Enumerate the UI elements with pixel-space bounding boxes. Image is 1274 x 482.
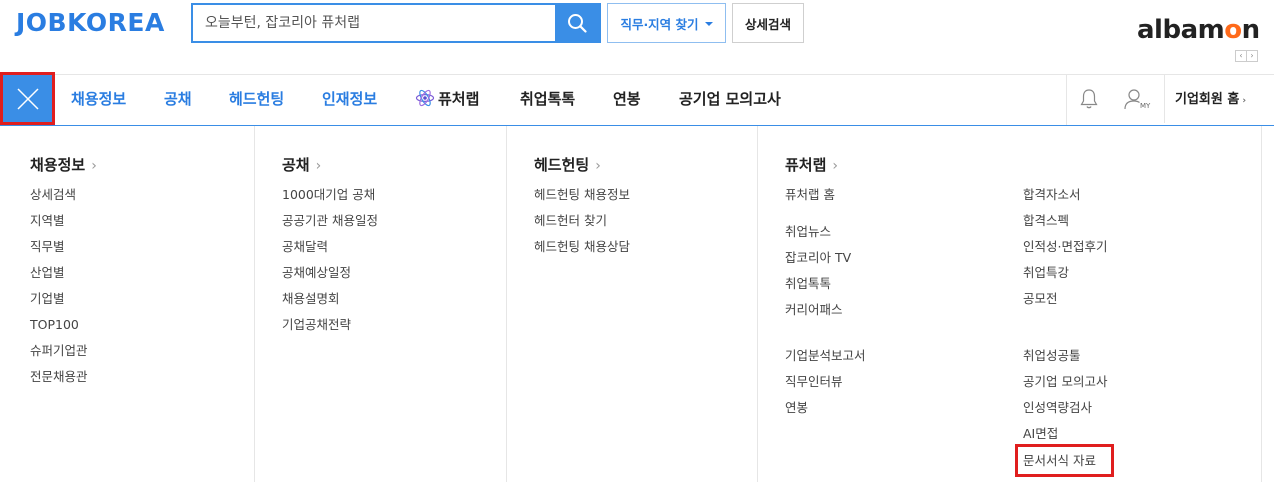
menu-link[interactable]: 기업공채전략: [282, 317, 351, 333]
chevron-right-icon: ›: [595, 158, 601, 174]
menu-link[interactable]: 취업뉴스: [785, 224, 831, 240]
menu-link[interactable]: 직무인터뷰: [785, 374, 843, 390]
column-title-public-recruit[interactable]: 공채 ›: [282, 154, 321, 175]
column-title-label: 공채: [282, 156, 310, 174]
menu-link[interactable]: 인성역량검사: [1023, 400, 1092, 416]
top-header: JOBKOREA 직무·지역 찾기 상세검색 albamon ‹ ›: [0, 0, 1274, 75]
column-title-label: 헤드헌팅: [534, 156, 590, 174]
menu-link[interactable]: 취업성공툴: [1023, 348, 1081, 364]
main-nav: 채용정보 공채 헤드헌팅 인재정보 퓨처랩 취업톡톡 연봉 공기업 모의고사 M…: [0, 72, 1274, 126]
menu-link[interactable]: 취업특강: [1023, 265, 1069, 281]
my-label: MY: [1140, 102, 1151, 110]
menu-link[interactable]: 헤드헌팅 채용정보: [534, 187, 630, 203]
menu-link[interactable]: 연봉: [785, 400, 808, 416]
column-title-futurelab[interactable]: 퓨처랩 ›: [785, 154, 838, 175]
nav-item-career-talk[interactable]: 취업톡톡: [520, 75, 575, 123]
menu-link[interactable]: 공채달력: [282, 239, 328, 255]
nav-item-public-recruit[interactable]: 공채: [164, 75, 192, 123]
albamon-banner-arrows: ‹ ›: [1235, 50, 1258, 62]
menu-link[interactable]: 합격자소서: [1023, 187, 1081, 203]
menu-link[interactable]: 헤드헌팅 채용상담: [534, 239, 630, 255]
column-title-headhunting[interactable]: 헤드헌팅 ›: [534, 154, 601, 175]
nav-item-talent-info[interactable]: 인재정보: [322, 75, 377, 123]
menu-column-recruit-info: 채용정보 › 상세검색 지역별 직무별 산업별 기업별 TOP100 슈퍼기업관 …: [0, 126, 254, 482]
menu-link[interactable]: 기업분석보고서: [785, 348, 866, 364]
corporate-home-link[interactable]: 기업회원 홈 ›: [1164, 75, 1274, 123]
menu-link[interactable]: 상세검색: [30, 187, 76, 203]
menu-link[interactable]: 기업별: [30, 291, 65, 307]
menu-link[interactable]: 공모전: [1023, 291, 1058, 307]
menu-link[interactable]: 합격스펙: [1023, 213, 1069, 229]
nav-item-futurelab[interactable]: 퓨처랩: [415, 75, 479, 123]
detail-search-button[interactable]: 상세검색: [732, 3, 804, 43]
menu-link[interactable]: 헤드헌터 찾기: [534, 213, 607, 229]
column-divider: [1261, 126, 1262, 482]
column-title-label: 퓨처랩: [785, 156, 827, 174]
nav-item-headhunting[interactable]: 헤드헌팅: [229, 75, 284, 123]
menu-link[interactable]: 공채예상일정: [282, 265, 351, 281]
menu-close-button[interactable]: [0, 72, 55, 125]
atom-icon: [415, 89, 435, 107]
jobkorea-logo[interactable]: JOBKOREA: [16, 8, 165, 38]
highlight-box: [1015, 444, 1114, 477]
caret-down-icon: [704, 22, 713, 26]
search-icon: [568, 14, 587, 33]
albamon-logo[interactable]: albamon: [1137, 12, 1260, 48]
menu-link[interactable]: 잡코리아 TV: [785, 250, 851, 266]
menu-link[interactable]: TOP100: [30, 317, 79, 333]
nav-item-recruit-info[interactable]: 채용정보: [71, 75, 126, 123]
menu-column-headhunting: 헤드헌팅 › 헤드헌팅 채용정보 헤드헌터 찾기 헤드헌팅 채용상담: [507, 126, 757, 482]
corporate-home-label: 기업회원 홈: [1175, 92, 1240, 107]
mega-menu: 채용정보 › 상세검색 지역별 직무별 산업별 기업별 TOP100 슈퍼기업관 …: [0, 126, 1274, 482]
menu-link[interactable]: 채용설명회: [282, 291, 340, 307]
menu-link[interactable]: 슈퍼기업관: [30, 343, 88, 359]
chevron-right-icon: ›: [91, 158, 97, 174]
nav-item-public-mock-test[interactable]: 공기업 모의고사: [679, 75, 781, 123]
albamon-logo-part: albam: [1137, 15, 1225, 45]
bell-icon[interactable]: [1077, 87, 1101, 111]
column-title-label: 채용정보: [30, 156, 86, 174]
column-title-recruit-info[interactable]: 채용정보 ›: [30, 154, 97, 175]
menu-link[interactable]: 전문채용관: [30, 369, 88, 385]
nav-item-salary[interactable]: 연봉: [613, 75, 641, 123]
nav-item-futurelab-label: 퓨처랩: [438, 90, 480, 108]
menu-link[interactable]: 인적성·면접후기: [1023, 239, 1107, 255]
menu-link[interactable]: 산업별: [30, 265, 65, 281]
close-icon: [16, 87, 39, 110]
job-region-label: 직무·지역 찾기: [620, 16, 699, 32]
menu-column-futurelab: 퓨처랩 › 퓨처랩 홈 취업뉴스 잡코리아 TV 취업톡톡 커리어패스 기업분석보…: [758, 126, 1261, 482]
menu-column-public-recruit: 공채 › 1000대기업 공채 공공기관 채용일정 공채달력 공채예상일정 채용설…: [255, 126, 506, 482]
nav-divider: [1066, 75, 1067, 125]
chevron-right-icon: ›: [1242, 96, 1247, 106]
menu-link[interactable]: 취업톡톡: [785, 276, 831, 292]
menu-link[interactable]: AI면접: [1023, 426, 1058, 442]
albamon-logo-o: o: [1224, 15, 1242, 45]
search-input[interactable]: [193, 5, 555, 41]
my-page-button[interactable]: MY: [1123, 87, 1157, 113]
menu-link[interactable]: 공공기관 채용일정: [282, 213, 378, 229]
search-box: [191, 3, 601, 43]
next-arrow-button[interactable]: ›: [1246, 50, 1258, 62]
menu-link[interactable]: 직무별: [30, 239, 65, 255]
menu-link[interactable]: 퓨처랩 홈: [785, 187, 835, 203]
chevron-right-icon: ›: [832, 158, 839, 174]
menu-link[interactable]: 지역별: [30, 213, 65, 229]
menu-link[interactable]: 공기업 모의고사: [1023, 374, 1107, 390]
chevron-right-icon: ›: [315, 158, 322, 174]
menu-link[interactable]: 커리어패스: [785, 302, 843, 318]
menu-link[interactable]: 1000대기업 공채: [282, 187, 375, 203]
search-button[interactable]: [555, 5, 599, 41]
job-region-search-button[interactable]: 직무·지역 찾기: [607, 3, 726, 43]
albamon-logo-part-end: n: [1241, 15, 1261, 45]
